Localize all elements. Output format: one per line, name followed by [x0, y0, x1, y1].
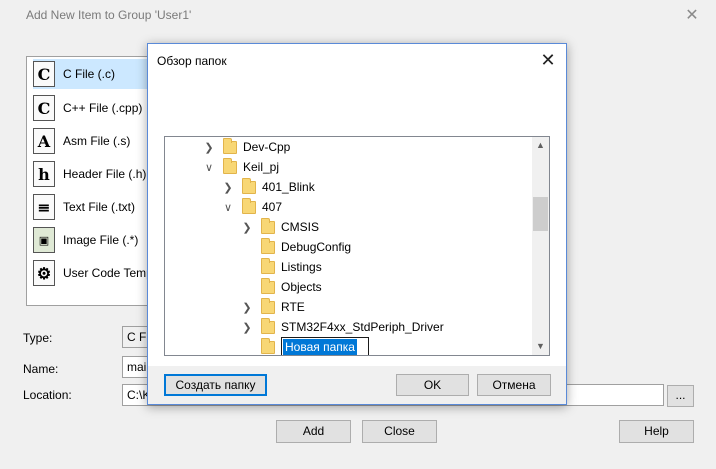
chevron-right-icon[interactable]: ❯: [241, 217, 253, 237]
new-folder-name-input[interactable]: Новая папка: [281, 337, 369, 355]
tree-item-label: 401_Blink: [262, 180, 315, 194]
list-item-label: Image File (.*): [63, 233, 139, 247]
tree-item-label: Objects: [281, 280, 322, 294]
folder-icon: [261, 277, 275, 294]
folder-tree[interactable]: ❯ Dev-Cpp ∨ Keil_pj ❯ 401_Blink ∨ 407 ❯: [164, 136, 550, 356]
scroll-down-arrow-icon[interactable]: ▼: [532, 338, 549, 355]
tree-item-rte[interactable]: ❯ RTE: [241, 297, 305, 317]
chevron-right-icon[interactable]: ❯: [241, 317, 253, 337]
tree-item-label: DebugConfig: [281, 240, 352, 254]
ok-button[interactable]: OK: [396, 374, 469, 396]
tree-scrollbar[interactable]: ▲ ▼: [532, 137, 549, 355]
folder-icon: [223, 137, 237, 154]
folder-icon: [242, 177, 256, 194]
tree-item-401-blink[interactable]: ❯ 401_Blink: [222, 177, 315, 197]
browse-folders-dialog: Обзор папок ✕ ❯ Dev-Cpp ∨ Keil_pj ❯ 401_…: [147, 43, 567, 405]
chevron-down-icon[interactable]: ∨: [203, 157, 215, 177]
add-item-titlebar: Add New Item to Group 'User1' ✕: [0, 0, 716, 30]
create-folder-button[interactable]: Создать папку: [164, 374, 267, 396]
new-folder-name-text: Новая папка: [283, 339, 357, 355]
tree-item-debugconfig[interactable]: DebugConfig: [241, 237, 351, 257]
location-label: Location:: [23, 388, 72, 402]
folder-icon: [261, 337, 275, 354]
cpp-file-icon: C: [33, 95, 55, 121]
list-item-label: C++ File (.cpp): [63, 101, 143, 115]
folder-icon: [261, 257, 275, 274]
tree-item-listings[interactable]: Listings: [241, 257, 322, 277]
asm-file-icon: A: [33, 128, 55, 154]
tree-item-dev-cpp[interactable]: ❯ Dev-Cpp: [203, 137, 290, 157]
folder-icon: [223, 157, 237, 174]
text-file-icon: ≡: [33, 194, 55, 220]
list-item-label: Asm File (.s): [63, 134, 131, 148]
chevron-right-icon[interactable]: ❯: [241, 297, 253, 317]
chevron-right-icon[interactable]: ❯: [203, 137, 215, 157]
tree-item-objects[interactable]: Objects: [241, 277, 322, 297]
help-button[interactable]: Help: [619, 420, 694, 443]
name-label: Name:: [23, 362, 59, 376]
browse-location-button[interactable]: ...: [667, 385, 694, 407]
image-file-icon: ▣: [33, 227, 55, 253]
folder-icon: [261, 217, 275, 234]
folder-icon: [261, 237, 275, 254]
item-type-list[interactable]: C C File (.c) C C++ File (.cpp) A Asm Fi…: [26, 56, 233, 306]
tree-item-cmsis[interactable]: ❯ CMSIS: [241, 217, 319, 237]
tree-item-label: RTE: [281, 300, 305, 314]
folder-icon: [261, 297, 275, 314]
tree-item-407[interactable]: ∨ 407: [222, 197, 282, 217]
folder-icon: [242, 197, 256, 214]
tree-item-label: 407: [262, 200, 283, 214]
add-button[interactable]: Add: [276, 420, 351, 443]
list-item-label: Header File (.h): [63, 167, 147, 181]
c-file-icon: C: [33, 61, 55, 87]
browse-folders-title: Обзор папок: [157, 54, 227, 68]
close-button[interactable]: Close: [362, 420, 437, 443]
scrollbar-thumb[interactable]: [533, 197, 548, 231]
tree-item-label: Listings: [281, 260, 322, 274]
tree-item-label: Keil_pj: [243, 160, 280, 174]
browse-folders-footer: Создать папку OK Отмена: [148, 366, 566, 404]
scroll-up-arrow-icon[interactable]: ▲: [532, 137, 549, 154]
user-code-template-icon: ⚙: [33, 260, 55, 286]
chevron-right-icon[interactable]: ❯: [222, 177, 234, 197]
header-file-icon: h: [33, 161, 55, 187]
list-item-label: Text File (.txt): [63, 200, 136, 214]
tree-item-label: Dev-Cpp: [243, 140, 291, 154]
browse-folders-close-icon[interactable]: ✕: [536, 48, 560, 72]
chevron-down-icon[interactable]: ∨: [222, 197, 234, 217]
tree-item-stm32f4xx-stdperiph-driver[interactable]: ❯ STM32F4xx_StdPeriph_Driver: [241, 317, 444, 337]
cancel-button[interactable]: Отмена: [477, 374, 551, 396]
add-item-title: Add New Item to Group 'User1': [26, 8, 192, 22]
tree-item-keil-pj[interactable]: ∨ Keil_pj: [203, 157, 279, 177]
browse-folders-titlebar: Обзор папок ✕: [148, 44, 566, 76]
folder-icon: [261, 317, 275, 334]
list-item-label: C File (.c): [63, 67, 115, 81]
type-label: Type:: [23, 331, 53, 345]
tree-item-label: STM32F4xx_StdPeriph_Driver: [281, 320, 444, 334]
tree-item-new-folder[interactable]: Новая папка: [261, 337, 369, 355]
add-item-close-icon[interactable]: ✕: [682, 6, 702, 26]
tree-item-label: CMSIS: [281, 220, 320, 234]
browse-folders-body: ❯ Dev-Cpp ∨ Keil_pj ❯ 401_Blink ∨ 407 ❯: [148, 76, 566, 404]
